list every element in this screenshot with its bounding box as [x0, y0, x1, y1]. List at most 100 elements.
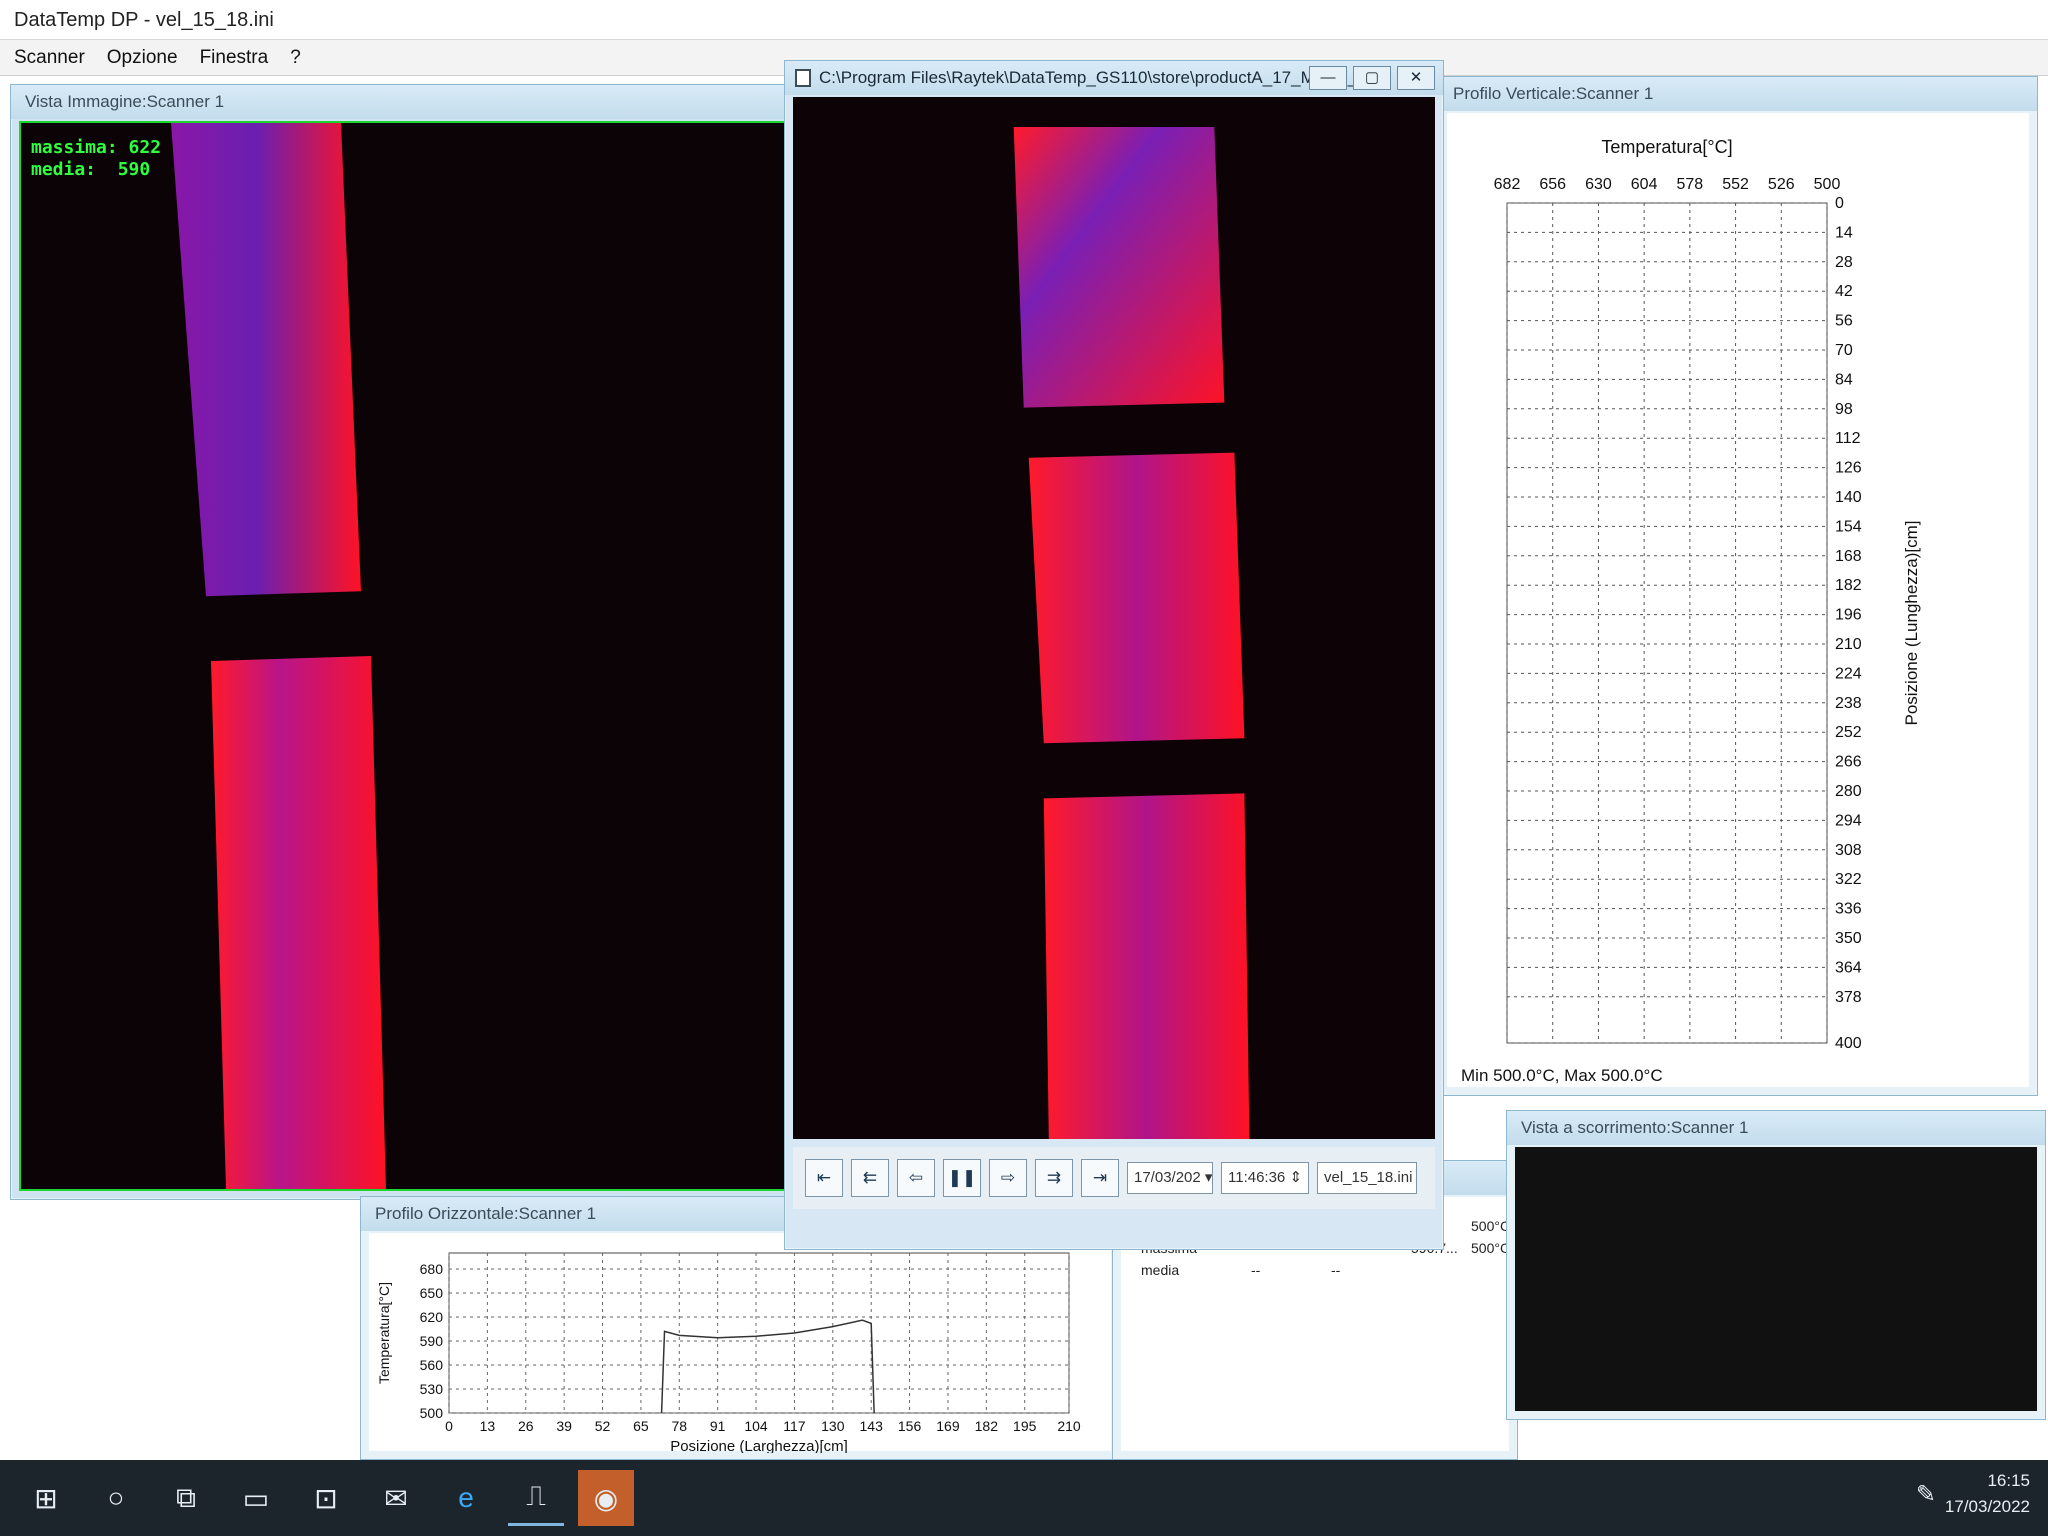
- y-tick-label: 364: [1835, 959, 1862, 976]
- y-axis-label: Temperatura[°C]: [376, 1282, 392, 1384]
- scrolling-view-canvas: [1515, 1147, 2037, 1411]
- datatemp-icon[interactable]: ⎍: [508, 1470, 564, 1526]
- clock-date: 17/03/2022: [1944, 1497, 2030, 1516]
- y-tick-label: 650: [420, 1285, 444, 1301]
- temperature-profile-line: [660, 1319, 875, 1414]
- app-titlebar: DataTemp DP - vel_15_18.ini: [0, 0, 2048, 40]
- y-tick-label: 154: [1835, 518, 1862, 535]
- y-tick-label: 0: [1835, 195, 1844, 212]
- y-tick-label: 28: [1835, 254, 1853, 271]
- date-value: 17/03/202: [1134, 1169, 1201, 1186]
- x-tick-label: 78: [671, 1418, 687, 1434]
- x-tick-label: 13: [480, 1418, 496, 1434]
- store-icon[interactable]: ⊡: [298, 1470, 354, 1526]
- edge-icon[interactable]: e: [438, 1470, 494, 1526]
- x-tick-label: 39: [556, 1418, 572, 1434]
- playback-thermal-view[interactable]: [793, 97, 1435, 1139]
- y-tick-label: 252: [1835, 724, 1862, 741]
- y-tick-label: 56: [1835, 313, 1853, 330]
- time-stepper[interactable]: 11:46:36 ⇕: [1221, 1162, 1309, 1194]
- vertical-profile-window[interactable]: Profilo Verticale:Scanner 1 Temperatura[…: [1438, 76, 2038, 1096]
- fast-forward-button[interactable]: ⇉: [1035, 1159, 1073, 1197]
- table-cell: --: [1331, 1262, 1341, 1278]
- next-icon: ⇨: [1000, 1168, 1016, 1187]
- date-picker[interactable]: 17/03/202 ▾: [1127, 1162, 1213, 1194]
- window-buttons: — ▢ ✕: [1309, 66, 1435, 90]
- x-tick-label: 130: [821, 1418, 845, 1434]
- mail-icon[interactable]: ✉: [368, 1470, 424, 1526]
- maximize-icon[interactable]: ▢: [1353, 66, 1391, 90]
- y-tick-label: 400: [1835, 1035, 1862, 1052]
- y-tick-label: 238: [1835, 695, 1862, 712]
- chart-title: Temperatura[°C]: [1601, 137, 1732, 157]
- playback-window[interactable]: C:\Program Files\Raytek\DataTemp_GS110\s…: [784, 60, 1444, 1250]
- y-tick-label: 280: [1835, 783, 1862, 800]
- pause-button[interactable]: ❚❚: [943, 1159, 981, 1197]
- datatemp-app-window: DataTemp DP - vel_15_18.ini Scanner Opzi…: [0, 0, 2048, 1460]
- y-tick-label: 500: [420, 1405, 444, 1421]
- next-fast-icon: ⇉: [1046, 1168, 1062, 1187]
- overlay-stats: massima: 622 media: 590: [31, 137, 161, 181]
- playback-slab-1: [1013, 127, 1225, 408]
- close-icon[interactable]: ✕: [1397, 66, 1435, 90]
- x-tick-label: 156: [898, 1418, 922, 1434]
- playback-controls: ⇤ ⇇ ⇦ ❚❚ ⇨ ⇉ ⇥ 17/03/202 ▾ 11:46:36 ⇕ ve…: [793, 1147, 1435, 1209]
- y-tick-label: 140: [1835, 489, 1862, 506]
- y-tick-label: 620: [420, 1309, 444, 1325]
- y-tick-label: 378: [1835, 989, 1862, 1006]
- pen-icon[interactable]: ✎: [1916, 1480, 1936, 1509]
- x-tick-label: 604: [1631, 176, 1658, 193]
- x-tick-label: 0: [445, 1418, 453, 1434]
- image-view-window[interactable]: Vista Immagine:Scanner 1 massima: 622 me…: [10, 84, 832, 1200]
- thermal-image-view[interactable]: massima: 622 media: 590: [19, 121, 823, 1191]
- table-cell: [1411, 1259, 1471, 1281]
- first-icon: ⇤: [816, 1168, 832, 1187]
- x-tick-label: 169: [936, 1418, 960, 1434]
- overlay-max: massima: 622: [31, 137, 162, 158]
- x-tick-label: 578: [1677, 176, 1704, 193]
- app-title: DataTemp DP - vel_15_18.ini: [14, 9, 274, 31]
- vertical-profile-chart-area: Temperatura[°C] 682 656 630 604 578 552 526 500 0…: [1447, 113, 2029, 1087]
- menu-help[interactable]: ?: [290, 40, 301, 75]
- x-tick-label: 656: [1539, 176, 1566, 193]
- task-view-icon[interactable]: ⧉: [158, 1470, 214, 1526]
- search-icon[interactable]: ○: [88, 1470, 144, 1526]
- horizontal-profile-chart-area: 0 13 26 39 52 65 78 91 104 117 130 143 156 169 182 195 2…: [369, 1233, 1111, 1455]
- y-tick-label: 112: [1835, 430, 1861, 447]
- x-tick-label: 552: [1722, 176, 1749, 193]
- config-file-field[interactable]: vel_15_18.ini: [1317, 1162, 1417, 1194]
- scrolling-view-window[interactable]: Vista a scorrimento:Scanner 1: [1506, 1110, 2046, 1420]
- rewind-button[interactable]: ⇇: [851, 1159, 889, 1197]
- x-tick-label: 143: [860, 1418, 884, 1434]
- y-tick-label: 42: [1835, 283, 1853, 300]
- app-icon[interactable]: ◉: [578, 1470, 634, 1526]
- y-tick-label: 126: [1835, 460, 1862, 477]
- file-explorer-icon[interactable]: ▭: [228, 1470, 284, 1526]
- previous-frame-button[interactable]: ⇦: [897, 1159, 935, 1197]
- first-frame-button[interactable]: ⇤: [805, 1159, 843, 1197]
- prev-fast-icon: ⇇: [862, 1168, 878, 1187]
- y-tick-label: 530: [420, 1381, 444, 1397]
- last-frame-button[interactable]: ⇥: [1081, 1159, 1119, 1197]
- x-tick-label: 682: [1494, 176, 1521, 193]
- playback-slab-3: [1043, 793, 1250, 1139]
- y-tick-label: 266: [1835, 754, 1862, 771]
- y-tick-label: 336: [1835, 901, 1862, 918]
- y-tick-label: 308: [1835, 842, 1862, 859]
- y-tick-label: 98: [1835, 401, 1853, 418]
- x-tick-label: 210: [1057, 1418, 1081, 1434]
- windows-icon[interactable]: ⊞: [18, 1470, 74, 1526]
- vertical-profile-chart: Temperatura[°C] 682 656 630 604 578 552 526 500 0…: [1461, 137, 1921, 1085]
- menu-opzione[interactable]: Opzione: [107, 40, 178, 75]
- next-frame-button[interactable]: ⇨: [989, 1159, 1027, 1197]
- clock[interactable]: 16:15 17/03/2022: [1945, 1468, 2030, 1520]
- menu-scanner[interactable]: Scanner: [14, 40, 85, 75]
- thermal-slab-2: [211, 656, 386, 1189]
- minimize-icon[interactable]: —: [1309, 66, 1347, 90]
- overlay-mean: media: 590: [31, 159, 151, 180]
- menu-finestra[interactable]: Finestra: [200, 40, 269, 75]
- last-icon: ⇥: [1092, 1168, 1108, 1187]
- min-max-footer: Min 500.0°C, Max 500.0°C: [1461, 1066, 1663, 1085]
- image-view-title: Vista Immagine:Scanner 1: [11, 85, 831, 119]
- vertical-profile-title: Profilo Verticale:Scanner 1: [1439, 77, 2037, 111]
